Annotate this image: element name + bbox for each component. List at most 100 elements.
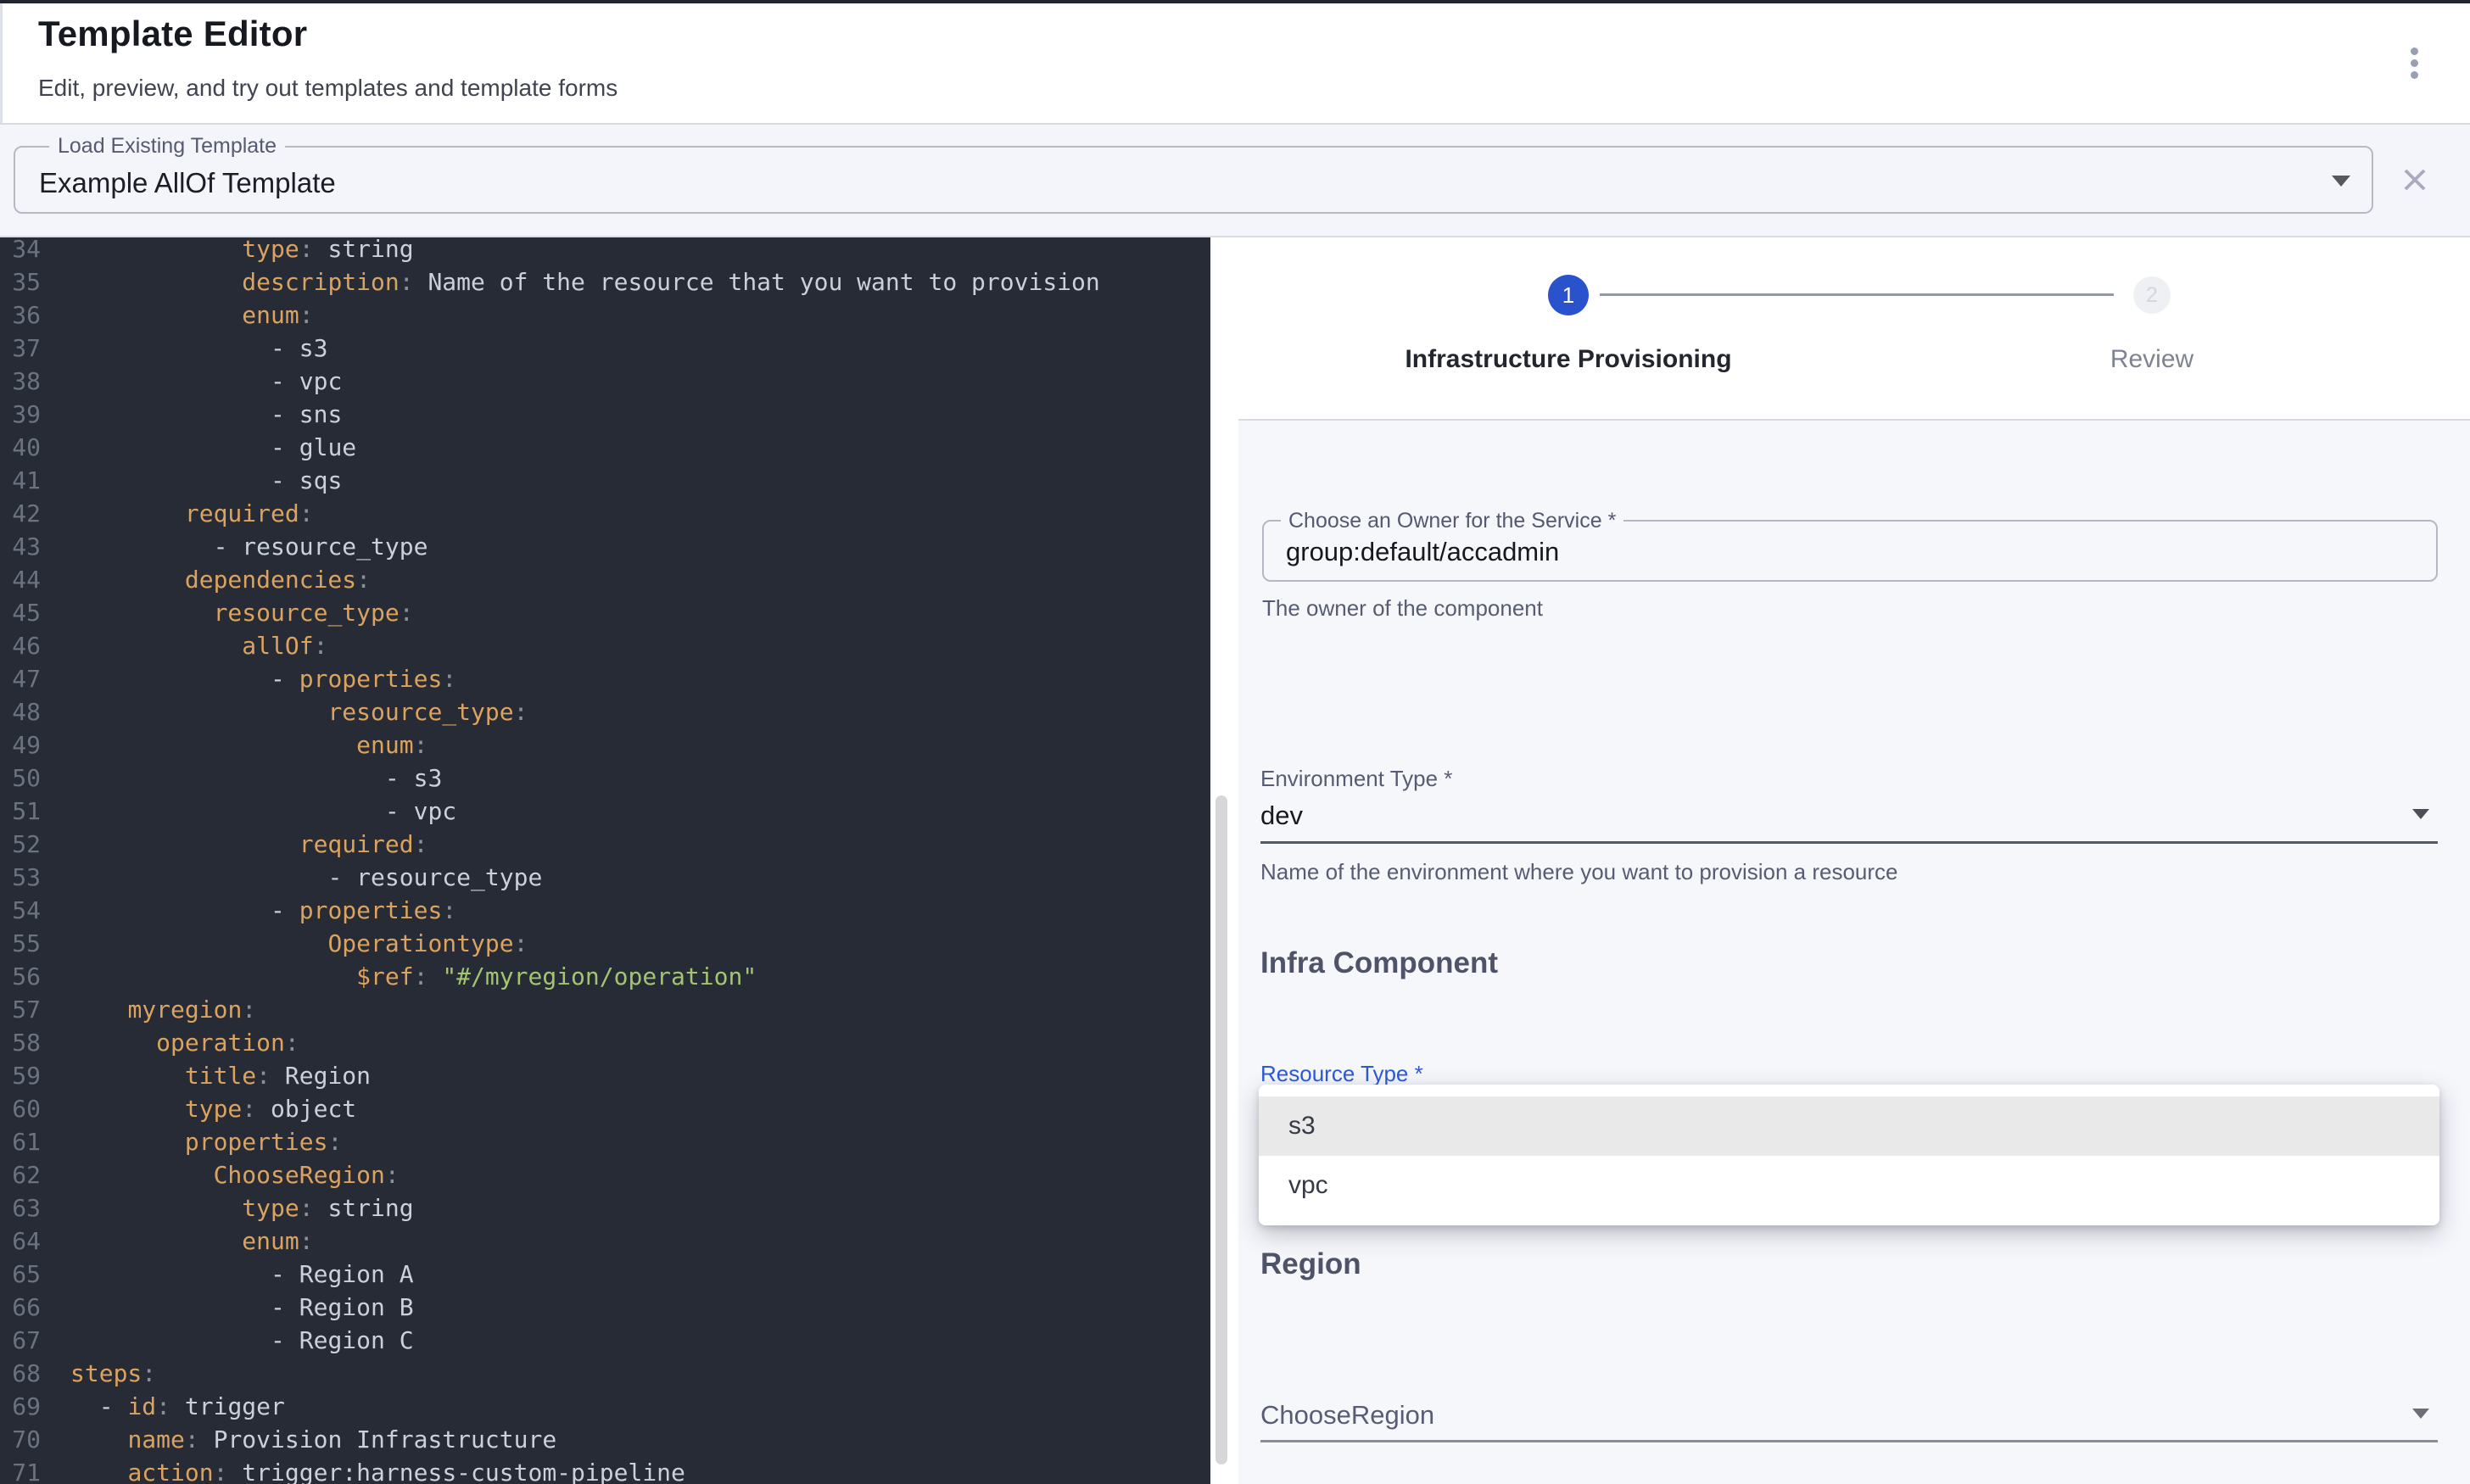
code-text: - vpc (70, 795, 456, 828)
line-number: 64 (0, 1225, 41, 1258)
code-text: - resource_type (70, 861, 542, 894)
line-number: 61 (0, 1125, 41, 1158)
code-line: 39 - sns (0, 398, 1210, 431)
yaml-code-editor[interactable]: 34 type: string35 description: Name of t… (0, 237, 1210, 1484)
code-text: description: Name of the resource that y… (70, 265, 1100, 298)
stepper-connector (1600, 293, 2114, 296)
line-number: 49 (0, 728, 41, 762)
line-number: 55 (0, 927, 41, 960)
more-options-button[interactable] (2395, 37, 2433, 88)
line-number: 41 (0, 464, 41, 497)
dropdown-arrow-icon[interactable] (2332, 176, 2350, 187)
code-line: 55 Operationtype: (0, 927, 1210, 960)
window-left-edge (0, 3, 3, 125)
line-number: 51 (0, 795, 41, 828)
code-text: dependencies: (70, 563, 371, 596)
code-text: - properties: (70, 662, 456, 695)
line-number: 38 (0, 365, 41, 398)
code-text: resource_type: (70, 596, 414, 629)
load-template-label: Load Existing Template (49, 134, 285, 159)
editor-scrollbar-thumb[interactable] (1215, 795, 1227, 1464)
code-line: 67 - Region C (0, 1324, 1210, 1357)
code-line: 43 - resource_type (0, 530, 1210, 563)
code-text: - Region B (70, 1291, 414, 1324)
code-text: - id: trigger (70, 1390, 285, 1423)
environment-underline (1260, 841, 2438, 844)
kebab-icon (2411, 59, 2418, 67)
line-number: 58 (0, 1026, 41, 1059)
region-heading: Region (1260, 1247, 1361, 1281)
code-line: 63 type: string (0, 1191, 1210, 1225)
code-line: 50 - s3 (0, 762, 1210, 795)
step-2-circle: 2 (2133, 276, 2171, 314)
code-text: - sqs (70, 464, 342, 497)
code-text: operation: (70, 1026, 299, 1059)
code-line: 45 resource_type: (0, 596, 1210, 629)
line-number: 53 (0, 861, 41, 894)
load-template-combobox[interactable] (14, 146, 2373, 214)
code-line: 58 operation: (0, 1026, 1210, 1059)
line-number: 39 (0, 398, 41, 431)
code-line: 54 - properties: (0, 894, 1210, 927)
menu-option-s3[interactable]: s3 (1259, 1096, 2439, 1156)
code-lines: 34 type: string35 description: Name of t… (0, 237, 1210, 1484)
line-number: 47 (0, 662, 41, 695)
template-editor-page: Template Editor Edit, preview, and try o… (0, 0, 2470, 1484)
code-line: 71 action: trigger:harness-custom-pipeli… (0, 1456, 1210, 1484)
page-subtitle: Edit, preview, and try out templates and… (38, 75, 618, 102)
line-number: 60 (0, 1092, 41, 1125)
environment-helper-text: Name of the environment where you want t… (1260, 859, 1898, 885)
choose-region-underline (1260, 1440, 2438, 1442)
code-text: - s3 (70, 332, 327, 365)
code-line: 37 - s3 (0, 332, 1210, 365)
code-text: type: string (70, 237, 414, 265)
step-1-circle: 1 (1548, 275, 1589, 315)
environment-select[interactable]: dev (1260, 801, 1303, 831)
line-number: 54 (0, 894, 41, 927)
line-number: 67 (0, 1324, 41, 1357)
dropdown-arrow-icon[interactable] (2412, 1409, 2429, 1419)
code-line: 70 name: Provision Infrastructure (0, 1423, 1210, 1456)
line-number: 65 (0, 1258, 41, 1291)
menu-option-vpc[interactable]: vpc (1259, 1156, 2439, 1215)
line-number: 37 (0, 332, 41, 365)
code-text: - vpc (70, 365, 342, 398)
code-line: 60 type: object (0, 1092, 1210, 1125)
line-number: 44 (0, 563, 41, 596)
line-number: 59 (0, 1059, 41, 1092)
kebab-icon (2411, 47, 2418, 55)
code-text: ChooseRegion: (70, 1158, 400, 1191)
clear-template-button close-icon[interactable] (2399, 164, 2431, 196)
code-line: 44 dependencies: (0, 563, 1210, 596)
code-line: 36 enum: (0, 298, 1210, 332)
code-text: - sns (70, 398, 342, 431)
code-text: name: Provision Infrastructure (70, 1423, 556, 1456)
code-text: title: Region (70, 1059, 371, 1092)
line-number: 43 (0, 530, 41, 563)
code-line: 51 - vpc (0, 795, 1210, 828)
code-text: steps: (70, 1357, 156, 1390)
choose-region-select[interactable]: ChooseRegion (1260, 1400, 1434, 1431)
step-1-label: Infrastructure Provisioning (1403, 345, 1734, 374)
resource-type-menu: s3vpc (1259, 1085, 2439, 1225)
code-text: type: object (70, 1092, 356, 1125)
code-line: 38 - vpc (0, 365, 1210, 398)
code-text: myregion: (70, 993, 256, 1026)
line-number: 52 (0, 828, 41, 861)
code-line: 42 required: (0, 497, 1210, 530)
code-text: - resource_type (70, 530, 428, 563)
page-title: Template Editor (38, 14, 307, 54)
line-number: 68 (0, 1357, 41, 1390)
code-line: 47 - properties: (0, 662, 1210, 695)
line-number: 62 (0, 1158, 41, 1191)
dropdown-arrow-icon[interactable] (2412, 809, 2429, 819)
line-number: 70 (0, 1423, 41, 1456)
code-text: action: trigger:harness-custom-pipeline (70, 1456, 685, 1484)
line-number: 36 (0, 298, 41, 332)
line-number: 66 (0, 1291, 41, 1324)
line-number: 45 (0, 596, 41, 629)
code-line: 35 description: Name of the resource tha… (0, 265, 1210, 298)
line-number: 57 (0, 993, 41, 1026)
code-text: required: (70, 828, 428, 861)
code-text: - s3 (70, 762, 442, 795)
